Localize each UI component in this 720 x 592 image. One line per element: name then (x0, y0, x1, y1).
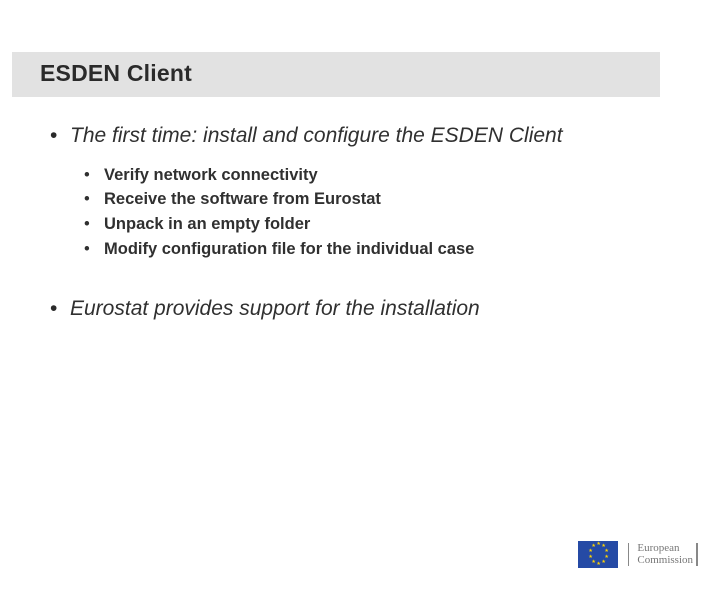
ec-line2: Commission (637, 555, 693, 567)
sub-point-1-text: Verify network connectivity (104, 166, 318, 184)
ec-line1: European (637, 543, 693, 555)
eu-flag-icon: ★ ★ ★ ★ ★ ★ ★ ★ ★ ★ (578, 541, 618, 568)
slide-title-text: ESDEN Client (40, 60, 192, 86)
sub-point-4: Modify configuration file for the indivi… (78, 237, 674, 262)
sub-point-4-text: Modify configuration file for the indivi… (104, 240, 474, 258)
ec-logo-text: European Commission (628, 543, 698, 566)
slide-title: ESDEN Client (12, 52, 660, 97)
main-point-install: The first time: install and configure th… (46, 123, 674, 262)
sub-point-2: Receive the software from Eurostat (78, 187, 674, 212)
eu-stars-icon: ★ ★ ★ ★ ★ ★ ★ ★ ★ ★ (587, 544, 609, 566)
footer-logo: ★ ★ ★ ★ ★ ★ ★ ★ ★ ★ European Commission (578, 541, 698, 568)
sub-point-1: Verify network connectivity (78, 163, 674, 188)
sub-point-2-text: Receive the software from Eurostat (104, 190, 381, 208)
sub-point-3-text: Unpack in an empty folder (104, 215, 310, 233)
main-point-support-text: Eurostat provides support for the instal… (70, 297, 480, 320)
sub-point-3: Unpack in an empty folder (78, 212, 674, 237)
sub-list: Verify network connectivity Receive the … (78, 163, 674, 262)
main-point-install-text: The first time: install and configure th… (70, 124, 563, 147)
main-list: The first time: install and configure th… (0, 123, 720, 321)
main-point-support: Eurostat provides support for the instal… (46, 296, 674, 322)
slide: ESDEN Client The first time: install and… (0, 52, 720, 321)
